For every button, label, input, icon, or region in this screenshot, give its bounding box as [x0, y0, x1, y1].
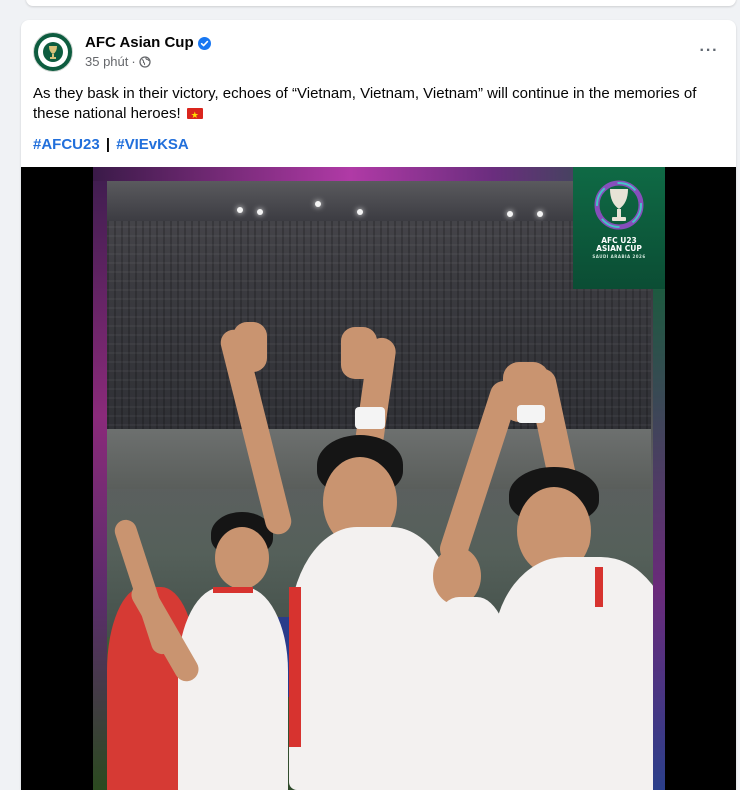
hashtag-separator: |	[105, 136, 111, 153]
hashtag-afcu23[interactable]: #AFCU23	[33, 136, 100, 153]
hashtag-row: #AFCU23 | #VIEvKSA	[33, 135, 189, 155]
wrist-band	[517, 405, 545, 423]
post-meta: 35 phút ·	[85, 54, 211, 70]
player-jersey	[178, 587, 288, 790]
hashtag-vievksa[interactable]: #VIEvKSA	[116, 136, 189, 153]
wrist-band	[355, 407, 385, 429]
post-timestamp[interactable]: 35 phút	[85, 54, 128, 70]
previous-post-card-edge	[26, 0, 736, 6]
post-card: AFC Asian Cup 35 phút · ··· As they bask…	[21, 20, 736, 790]
jersey-trim	[213, 587, 253, 593]
frame-glow-left	[93, 167, 107, 790]
jersey-trim	[289, 587, 301, 747]
trophy-icon	[594, 180, 644, 230]
post-header: AFC Asian Cup 35 phút · ···	[33, 32, 724, 76]
verified-badge-icon	[197, 36, 211, 50]
player-jersey	[493, 557, 665, 790]
author-name[interactable]: AFC Asian Cup	[85, 34, 194, 52]
tournament-badge: AFC U23 ASIAN CUP SAUDI ARABIA 2026	[573, 167, 665, 289]
player-hand	[341, 327, 377, 379]
afc-logo-icon	[38, 37, 68, 67]
stadium-roof	[107, 181, 651, 221]
badge-title-line2: ASIAN CUP	[596, 244, 642, 253]
post-video[interactable]: AFC U23 ASIAN CUP SAUDI ARABIA 2026	[21, 167, 736, 790]
badge-subtitle: SAUDI ARABIA 2026	[592, 254, 646, 259]
player-hand	[233, 322, 267, 372]
frame-glow-right	[653, 287, 665, 790]
author-avatar[interactable]	[33, 32, 73, 72]
author-block: AFC Asian Cup 35 phút ·	[85, 34, 211, 70]
meta-separator: ·	[131, 54, 136, 69]
player-face	[215, 527, 269, 589]
post-text: As they bask in their victory, echoes of…	[33, 84, 723, 125]
vietnam-flag-icon	[186, 105, 203, 125]
public-globe-icon[interactable]	[139, 56, 151, 68]
badge-title: AFC U23 ASIAN CUP SAUDI ARABIA 2026	[592, 237, 645, 261]
post-body-text: As they bask in their victory, echoes of…	[33, 85, 697, 122]
video-frame[interactable]: AFC U23 ASIAN CUP SAUDI ARABIA 2026	[93, 167, 665, 790]
jersey-trim	[595, 567, 603, 607]
more-options-button[interactable]: ···	[694, 36, 724, 66]
author-name-row: AFC Asian Cup	[85, 34, 211, 52]
